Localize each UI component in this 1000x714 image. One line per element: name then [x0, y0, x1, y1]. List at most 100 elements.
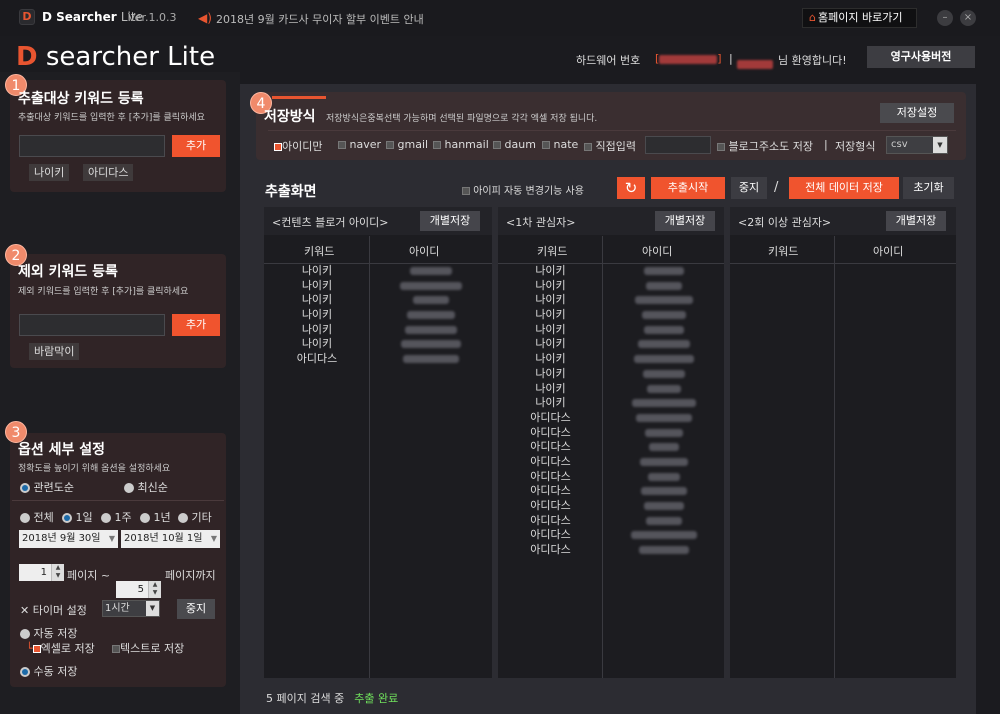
id-cell-redacted [370, 279, 492, 294]
id-cell-redacted [603, 279, 724, 294]
homepage-button[interactable]: ⌂ 홈페이지 바로가기 [802, 8, 917, 28]
period-1year-radio[interactable]: 1년 [140, 509, 171, 525]
keyword-list: 나이키 나이키 나이키 나이키 나이키 나이키 아디다스 [264, 264, 370, 367]
ip-auto-change-checkbox[interactable]: 아이피 자동 변경기능 사용 [462, 182, 584, 197]
save-settings-button[interactable]: 저장설정 [880, 103, 954, 123]
permanent-version-button[interactable]: 영구사용버전 [867, 46, 975, 68]
option-daum[interactable]: daum [493, 138, 536, 151]
status-done: 추출 완료 [354, 692, 399, 705]
timer-stop-button[interactable]: 중지 [177, 599, 215, 619]
column-title: <2회 이상 관심자> [738, 216, 832, 229]
keyword-cell: 아디다스 [530, 484, 571, 498]
id-header: 아이디 [409, 245, 440, 258]
auto-save-radio[interactable]: 자동 저장 [20, 625, 77, 641]
date-from-picker[interactable]: 2018년 9월 30일 ▼ [19, 530, 118, 548]
keyword-cell: 나이키 [535, 322, 566, 336]
sort-latest-radio[interactable]: 최신순 [124, 479, 168, 495]
page-from-stepper[interactable]: 1 ▲ ▼ [19, 564, 64, 581]
accent-bar [272, 96, 326, 99]
column-gap [724, 207, 730, 678]
option-gmail[interactable]: gmail [386, 138, 428, 151]
individual-save-button[interactable]: 개별저장 [886, 211, 946, 231]
page-to-stepper[interactable]: 5 ▲ ▼ [116, 581, 161, 598]
sort-relevance-radio[interactable]: 관련도순 [20, 479, 74, 495]
id-cell-redacted [603, 396, 724, 411]
radio-icon [124, 483, 134, 493]
keyword-cell: 나이키 [301, 337, 333, 351]
keyword-chip[interactable]: 나이키 [29, 164, 70, 181]
add-exclude-keyword-button[interactable]: 추가 [172, 314, 220, 336]
option-custom[interactable]: 직접입력 [584, 138, 636, 154]
keyword-cell: 나이키 [535, 278, 566, 292]
keyword-cell: 아디다스 [530, 469, 571, 483]
welcome-text: 님 환영합니다! [778, 54, 847, 67]
exclude-chip[interactable]: 바람막이 [29, 343, 80, 360]
refresh-icon[interactable]: ↻ [617, 177, 645, 199]
keyword-cell: 나이키 [535, 264, 566, 277]
period-other-radio[interactable]: 기타 [178, 509, 212, 525]
close-button[interactable]: × [960, 10, 976, 26]
hardware-id: [] [655, 52, 722, 65]
id-cell-redacted [603, 337, 724, 352]
keyword-list: 나이키 나이키 나이키 나이키 나이키 나이키 나이키 나이키 나이키 나이키 … [498, 264, 603, 558]
stepper-arrows-icon[interactable]: ▲ ▼ [148, 581, 161, 598]
id-cell-redacted [370, 264, 492, 279]
period-1day-radio[interactable]: 1일 [62, 509, 93, 525]
column-subheader [730, 236, 956, 264]
id-cell-redacted [603, 440, 724, 455]
keyword-cell: 아디다스 [530, 410, 571, 424]
id-cell-redacted [603, 543, 724, 558]
manual-save-radio[interactable]: 수동 저장 [20, 663, 77, 679]
id-header: 아이디 [873, 245, 904, 258]
slash-separator: / [774, 180, 779, 195]
timer-label: ✕ 타이머 설정 [20, 604, 87, 617]
excel-save-checkbox[interactable]: └ 엑셀로 저장 [26, 640, 95, 656]
home-icon: ⌂ [809, 11, 816, 24]
chevron-down-icon: ▼ [210, 534, 217, 543]
period-all-radio[interactable]: 전체 [20, 509, 54, 525]
panel1-title: 추출대상 키워드 등록 [18, 91, 144, 107]
timer-select[interactable]: 1시간 ▼ [102, 600, 160, 617]
blog-address-checkbox[interactable]: 블로그주소도 저장 [717, 138, 813, 154]
option-naver[interactable]: naver [338, 138, 381, 151]
reset-button[interactable]: 초기화 [903, 177, 954, 199]
id-cell-redacted [603, 426, 724, 441]
text-save-checkbox[interactable]: 텍스트로 저장 [112, 640, 184, 656]
format-select[interactable]: csv ▼ [886, 136, 948, 154]
option-id-only[interactable]: 아이디만 [274, 138, 322, 154]
individual-save-button[interactable]: 개별저장 [420, 211, 480, 231]
app-logo-icon: D [19, 9, 35, 25]
keyword-chip[interactable]: 아디다스 [83, 164, 134, 181]
option-hanmail[interactable]: hanmail [433, 138, 489, 151]
panel1-desc: 추출대상 키워드를 입력한 후 [추가]를 클릭하세요 [18, 113, 205, 123]
id-cell-redacted [370, 352, 492, 367]
id-cell-redacted [603, 382, 724, 397]
stepper-arrows-icon[interactable]: ▲ ▼ [51, 564, 64, 581]
id-cell-redacted [603, 367, 724, 382]
save-all-data-button[interactable]: 전체 데이터 저장 [789, 177, 899, 199]
panel3-desc: 정확도를 높이기 위해 옵션을 설정하세요 [18, 464, 171, 474]
target-keyword-input[interactable] [19, 135, 165, 157]
keyword-cell: 아디다스 [530, 528, 571, 542]
start-extract-button[interactable]: 추출시작 [651, 177, 725, 199]
minimize-button[interactable]: – [937, 10, 953, 26]
keyword-cell: 아디다스 [530, 499, 571, 512]
date-to-picker[interactable]: 2018년 10월 1일 ▼ [121, 530, 220, 548]
id-cell-redacted [603, 484, 724, 499]
keyword-cell: 나이키 [535, 381, 566, 395]
period-1week-radio[interactable]: 1주 [101, 509, 132, 525]
keyword-cell: 아디다스 [530, 543, 571, 557]
id-cell-redacted [603, 264, 724, 279]
divider [268, 130, 956, 131]
custom-domain-input[interactable] [645, 136, 711, 154]
extract-stop-button[interactable]: 중지 [731, 177, 767, 199]
individual-save-button[interactable]: 개별저장 [655, 211, 715, 231]
id-cell-redacted [370, 323, 492, 338]
notice-link[interactable]: 2018년 9월 카드사 무이자 할부 이벤트 안내 [216, 11, 424, 27]
chevron-down-icon: ▼ [933, 137, 947, 153]
exclude-keyword-input[interactable] [19, 314, 165, 336]
option-nate[interactable]: nate [542, 138, 578, 151]
add-target-keyword-button[interactable]: 추가 [172, 135, 220, 157]
keyword-cell: 나이키 [301, 293, 333, 307]
hardware-label: 하드웨어 번호 [576, 54, 641, 67]
